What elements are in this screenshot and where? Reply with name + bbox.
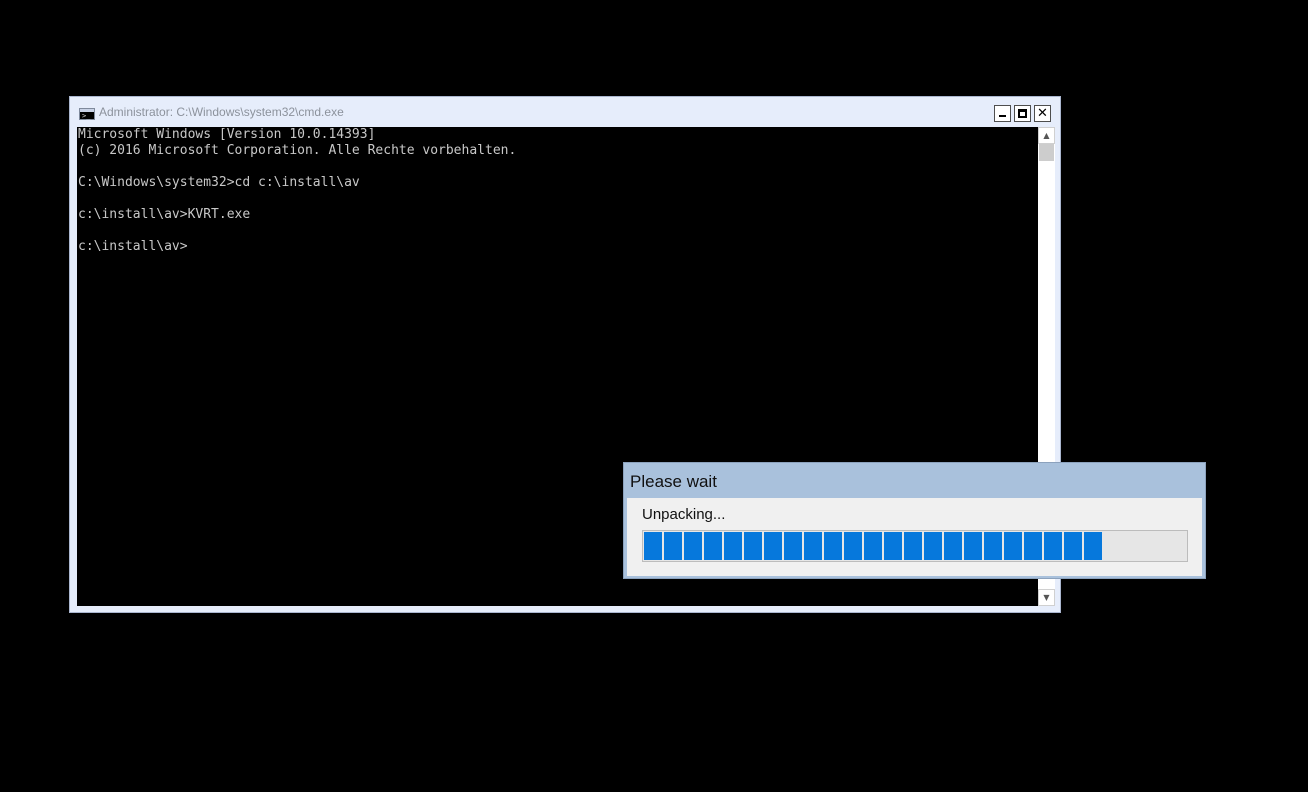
progress-segment xyxy=(1064,532,1082,560)
progress-segment xyxy=(664,532,682,560)
cmd-titlebar[interactable]: >_ Administrator: C:\Windows\system32\cm… xyxy=(70,97,1060,127)
progress-segment xyxy=(824,532,842,560)
maximize-button[interactable] xyxy=(1014,105,1031,122)
progress-segment xyxy=(1004,532,1022,560)
progress-segment xyxy=(904,532,922,560)
progress-segment xyxy=(944,532,962,560)
chevron-down-icon: ▼ xyxy=(1043,593,1050,602)
progress-segment xyxy=(924,532,942,560)
progress-segment xyxy=(804,532,822,560)
progress-segment xyxy=(724,532,742,560)
progress-segment xyxy=(744,532,762,560)
close-button[interactable]: ✕ xyxy=(1034,105,1051,122)
progress-segment xyxy=(1044,532,1062,560)
progress-segment xyxy=(704,532,722,560)
minimize-button[interactable] xyxy=(994,105,1011,122)
dialog-title: Please wait xyxy=(630,472,717,491)
dialog-body: Unpacking... xyxy=(627,498,1202,576)
progress-segment xyxy=(784,532,802,560)
progress-segment xyxy=(864,532,882,560)
minimize-icon xyxy=(999,115,1006,117)
chevron-up-icon: ▲ xyxy=(1043,131,1050,140)
close-icon: ✕ xyxy=(1037,106,1048,121)
maximize-icon xyxy=(1018,109,1027,118)
progress-segment xyxy=(984,532,1002,560)
progress-segment xyxy=(884,532,902,560)
status-text: Unpacking... xyxy=(642,506,726,523)
progress-segment xyxy=(644,532,662,560)
progress-segment xyxy=(964,532,982,560)
scroll-thumb[interactable] xyxy=(1039,144,1054,161)
progress-segment xyxy=(1084,532,1102,560)
progress-segment xyxy=(844,532,862,560)
window-title: Administrator: C:\Windows\system32\cmd.e… xyxy=(99,105,344,119)
progress-segment xyxy=(764,532,782,560)
progress-fill xyxy=(644,532,1104,560)
progress-segment xyxy=(1024,532,1042,560)
scroll-up-button[interactable]: ▲ xyxy=(1038,127,1055,144)
progress-segment xyxy=(684,532,702,560)
progress-bar xyxy=(642,530,1188,562)
please-wait-dialog: Please wait Unpacking... xyxy=(623,462,1206,579)
console-icon: >_ xyxy=(79,108,95,120)
console-output: Microsoft Windows [Version 10.0.14393] (… xyxy=(78,127,517,254)
scroll-down-button[interactable]: ▼ xyxy=(1038,589,1055,606)
